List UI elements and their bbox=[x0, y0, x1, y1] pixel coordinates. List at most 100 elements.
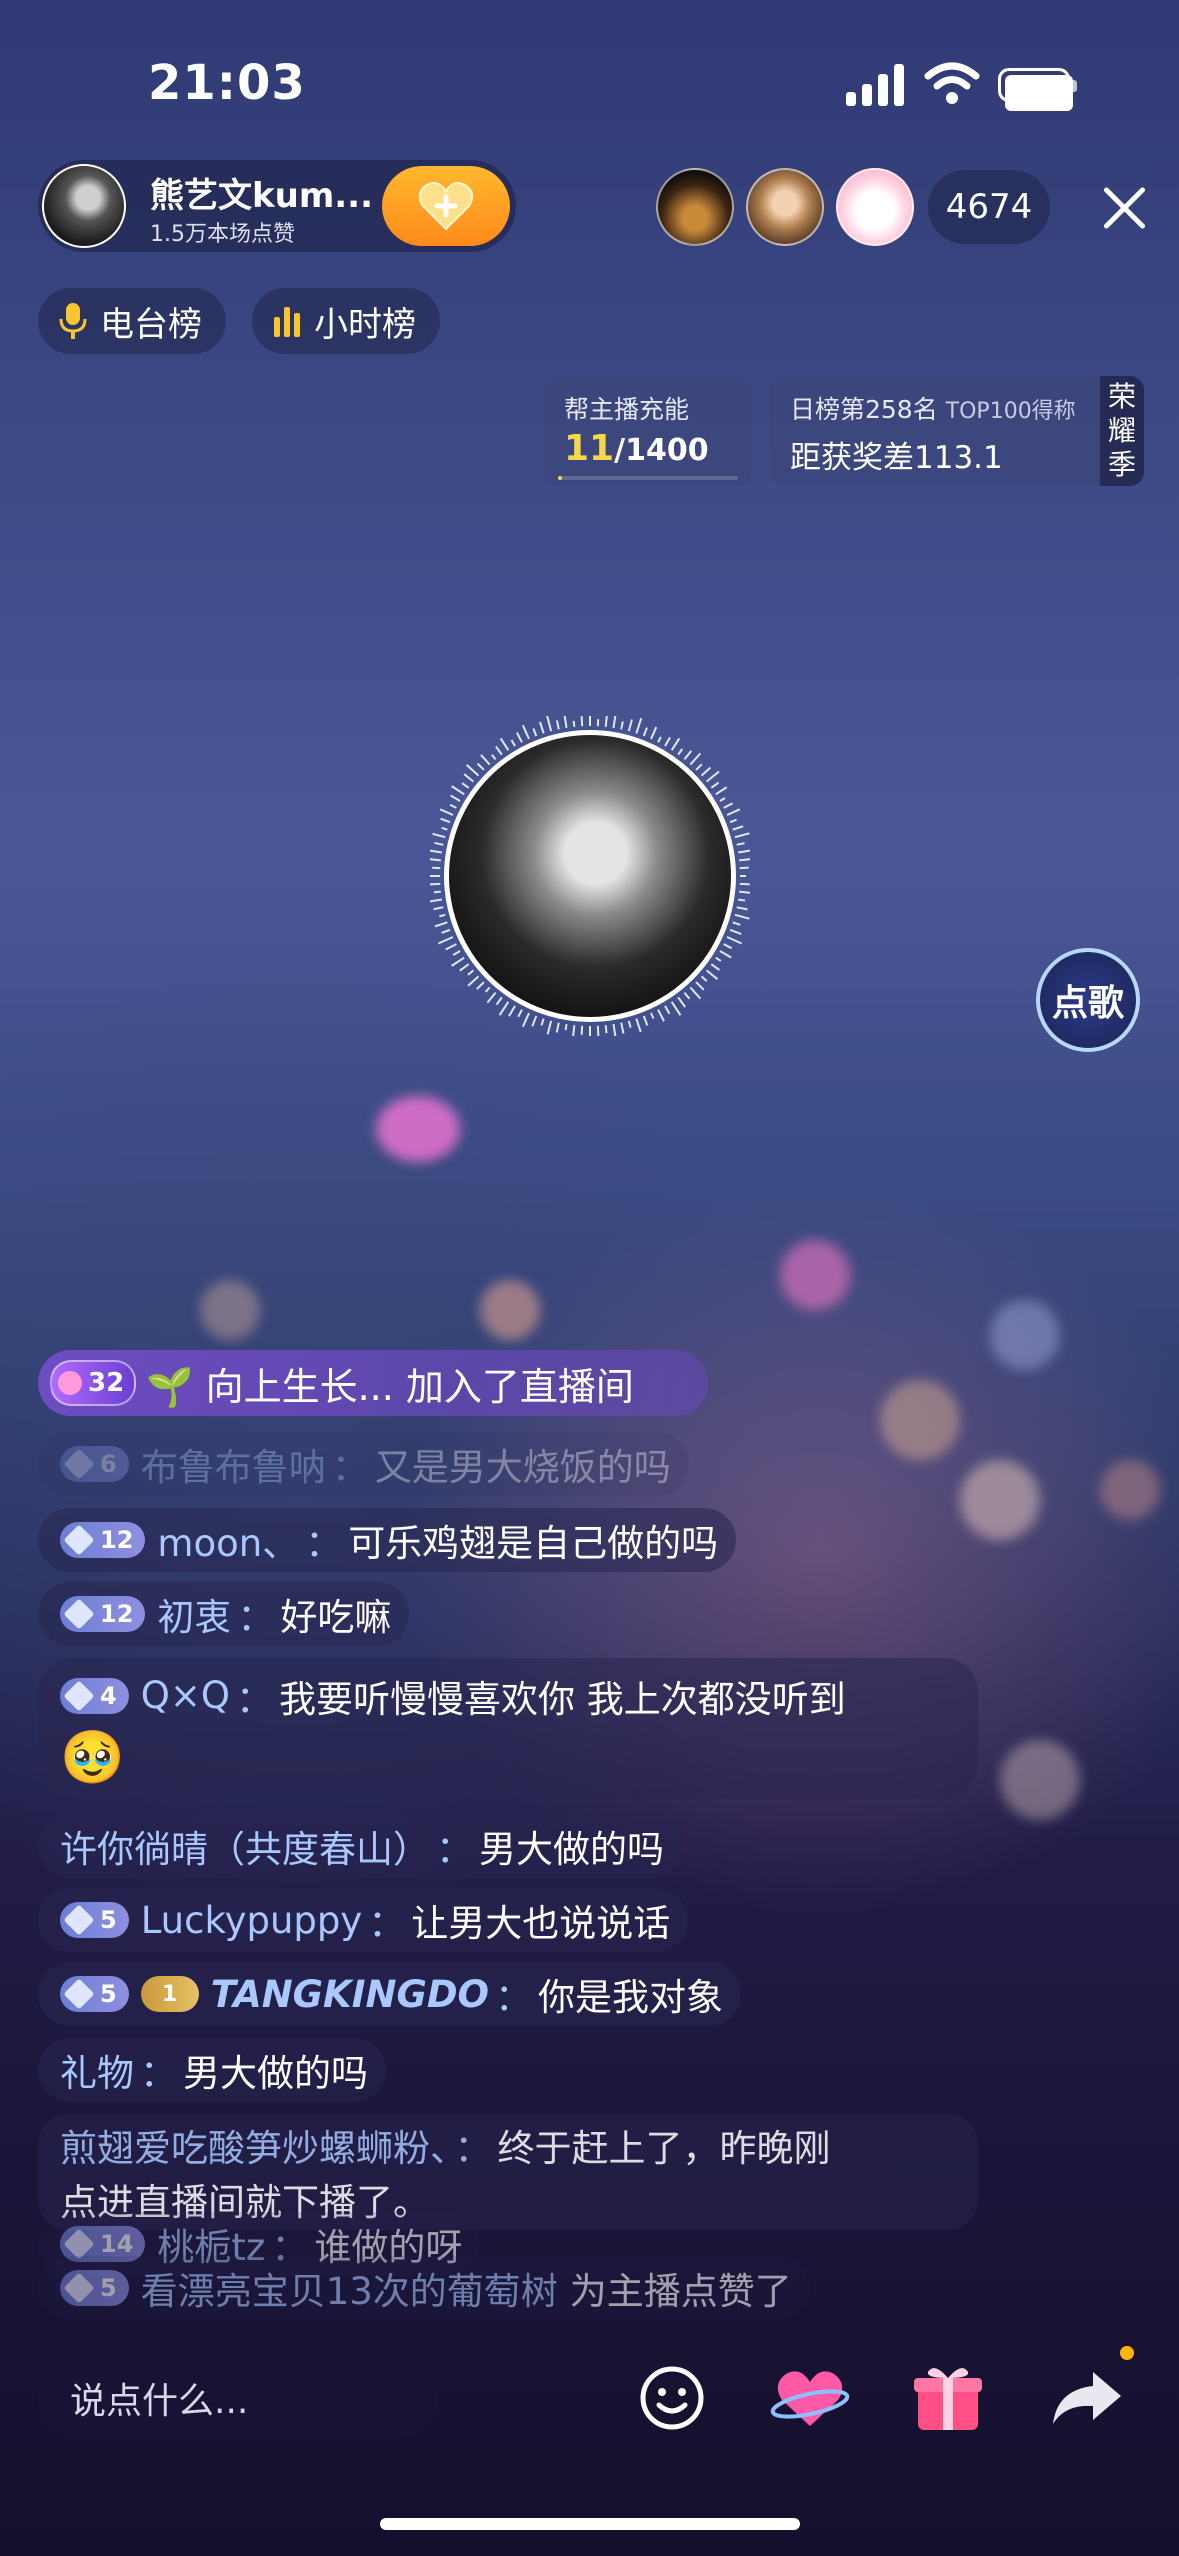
season-badge[interactable]: 荣耀季 bbox=[1100, 376, 1144, 486]
share-button[interactable] bbox=[1040, 2346, 1134, 2444]
wave-tick bbox=[627, 1020, 632, 1028]
wave-tick bbox=[664, 1005, 671, 1015]
join-text: 🌱 向上生长... 加入了直播间 bbox=[146, 1364, 634, 1409]
chat-message[interactable]: 6 布鲁布鲁呐：又是男大烧饭的吗 bbox=[38, 1432, 689, 1496]
chat-username[interactable]: 许你徜晴（共度春山） bbox=[60, 1819, 430, 1873]
wave-tick bbox=[620, 1022, 625, 1034]
gem-icon bbox=[63, 2272, 95, 2304]
chat-message[interactable]: 12 moon、：可乐鸡翅是自己做的吗 bbox=[38, 1508, 737, 1572]
chat-message[interactable]: 5 Luckypuppy：让男大也说说话 bbox=[38, 1888, 689, 1952]
wave-tick bbox=[726, 936, 743, 945]
wave-tick bbox=[452, 950, 461, 956]
level-badge: 6 bbox=[60, 1446, 129, 1482]
home-indicator[interactable] bbox=[380, 2518, 800, 2530]
wave-tick bbox=[715, 786, 728, 796]
wave-tick bbox=[715, 956, 722, 962]
wave-tick bbox=[650, 726, 658, 740]
wave-tick bbox=[736, 906, 748, 911]
wave-tick bbox=[564, 1023, 568, 1031]
chat-message[interactable]: 礼物：男大做的吗 bbox=[38, 2038, 386, 2102]
close-icon[interactable] bbox=[1098, 182, 1150, 234]
wave-tick bbox=[683, 750, 693, 761]
notification-dot bbox=[1120, 2346, 1134, 2360]
charge-progress-bar bbox=[558, 476, 738, 480]
charge-title: 帮主播充能 bbox=[564, 395, 690, 424]
level-badge: 32 bbox=[50, 1360, 137, 1406]
wave-tick bbox=[689, 986, 702, 1000]
wave-tick bbox=[719, 797, 726, 802]
wave-tick bbox=[572, 720, 576, 727]
hour-rank-chip[interactable]: 小时榜 bbox=[252, 288, 440, 354]
host-card[interactable]: 熊艺文kum... 1.5万本场点赞 bbox=[38, 160, 516, 252]
wave-tick bbox=[736, 842, 745, 846]
chat-username[interactable]: 布鲁布鲁呐 bbox=[141, 1437, 326, 1491]
radio-rank-chip[interactable]: 电台榜 bbox=[38, 288, 226, 354]
chat-text: 男大做的吗 bbox=[479, 1828, 664, 1871]
viewer-avatar[interactable] bbox=[836, 168, 914, 246]
bokeh-light bbox=[960, 1460, 1040, 1540]
heart-planet-icon bbox=[770, 2371, 850, 2426]
wave-tick bbox=[532, 728, 538, 737]
chat-text: 好吃嘛 bbox=[280, 1596, 392, 1639]
chip-label: 小时榜 bbox=[314, 304, 416, 345]
wifi-icon bbox=[924, 62, 980, 104]
chat-message[interactable]: 5 1 TANGKINGDO：你是我对象 bbox=[38, 1962, 741, 2026]
rank-panel[interactable]: 日榜第258名 TOP100得称 距获奖差113.1 荣耀季 bbox=[770, 376, 1144, 486]
gift-icon bbox=[914, 2368, 982, 2430]
chat-text: 可乐鸡翅是自己做的吗 bbox=[348, 1522, 719, 1565]
wave-tick bbox=[463, 773, 475, 783]
wave-tick bbox=[604, 715, 608, 727]
wave-tick bbox=[596, 1025, 600, 1038]
chat-message[interactable]: 4 Q×Q：我要听慢慢喜欢你 我上次都没听到 🥹 bbox=[38, 1658, 978, 1798]
wave-tick bbox=[476, 762, 485, 771]
wave-tick bbox=[445, 943, 457, 951]
fan-badge: 1 bbox=[140, 1976, 199, 2012]
wave-tick bbox=[732, 825, 744, 831]
chat-username[interactable]: Luckypuppy bbox=[141, 1899, 363, 1942]
wave-tick bbox=[451, 785, 465, 796]
charge-panel[interactable]: 帮主播充能 11/1400 bbox=[544, 376, 752, 486]
status-bar: 21:03 bbox=[0, 0, 1179, 170]
wave-tick bbox=[737, 898, 746, 902]
chat-username[interactable]: 礼物 bbox=[60, 2043, 134, 2097]
wave-tick bbox=[723, 802, 734, 809]
chat-message[interactable]: 12 初衷：好吃嘛 bbox=[38, 1582, 410, 1646]
wave-tick bbox=[437, 936, 454, 945]
wave-tick bbox=[650, 1012, 655, 1019]
chat-username[interactable]: TANGKINGDO bbox=[211, 1973, 489, 2016]
wave-tick bbox=[484, 986, 491, 993]
wave-tick bbox=[612, 712, 617, 729]
chat-username[interactable]: 初衷 bbox=[157, 1587, 231, 1641]
viewer-avatar[interactable] bbox=[656, 168, 734, 246]
chat-username[interactable]: 看漂亮宝贝13次的葡萄树 bbox=[141, 2261, 558, 2315]
wave-tick bbox=[657, 1009, 665, 1022]
chat-message[interactable]: 许你徜晴（共度春山）：男大做的吗 bbox=[38, 1814, 682, 1878]
wave-tick bbox=[441, 928, 451, 934]
wave-tick bbox=[657, 736, 662, 743]
follow-button[interactable] bbox=[382, 166, 510, 246]
viewer-avatar[interactable] bbox=[746, 168, 824, 246]
emoji-button[interactable] bbox=[626, 2352, 718, 2444]
chat-emoji: 🥹 bbox=[60, 1727, 125, 1788]
wave-tick bbox=[664, 736, 671, 747]
wave-tick bbox=[705, 969, 719, 980]
host-likes: 1.5万本场点赞 bbox=[150, 222, 295, 247]
chat-message[interactable]: 5 看漂亮宝贝13次的葡萄树 为主播点赞了 bbox=[38, 2256, 810, 2320]
request-song-button[interactable]: 点歌 bbox=[1036, 948, 1140, 1052]
chat-username[interactable]: Q×Q bbox=[141, 1674, 230, 1717]
wave-tick bbox=[677, 996, 687, 1008]
wave-tick bbox=[670, 1001, 682, 1016]
comment-input[interactable]: 说点什么... bbox=[38, 2356, 438, 2440]
wave-tick bbox=[700, 975, 708, 982]
wave-tick bbox=[563, 714, 568, 729]
wave-tick bbox=[439, 913, 446, 918]
chat-username[interactable]: moon、 bbox=[157, 1513, 299, 1567]
viewer-count[interactable]: 4674 bbox=[928, 170, 1050, 244]
like-button[interactable] bbox=[764, 2352, 856, 2444]
host-avatar[interactable] bbox=[42, 164, 126, 248]
wave-tick bbox=[729, 818, 737, 824]
wave-tick bbox=[612, 1023, 617, 1040]
gift-button[interactable] bbox=[902, 2352, 994, 2444]
wave-tick bbox=[695, 763, 703, 771]
chat-username[interactable]: 煎翅爱吃酸笋炒螺蛳粉、 bbox=[60, 2127, 449, 2170]
